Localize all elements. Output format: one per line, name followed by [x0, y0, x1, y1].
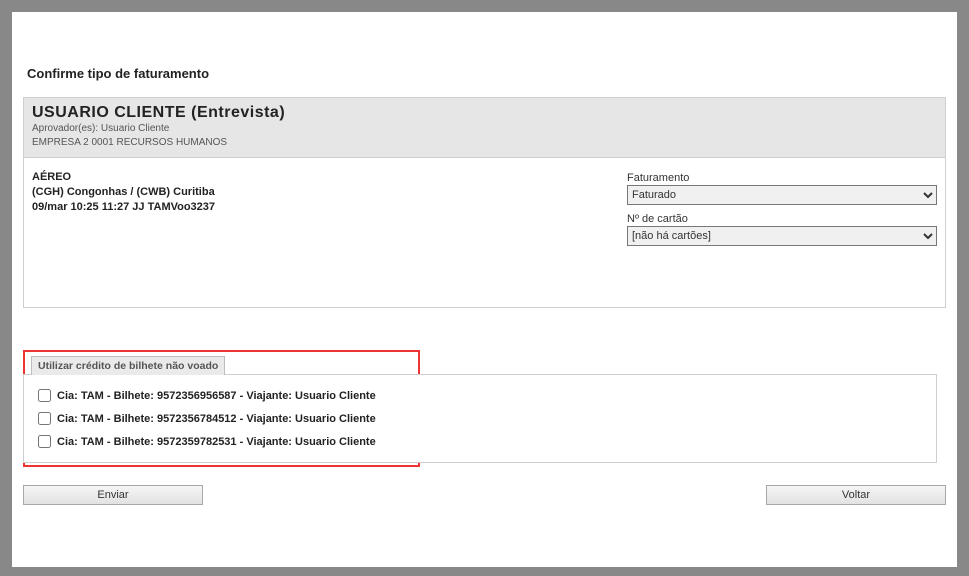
credit-text: Cia: TAM - Bilhete: 9572356956587 - Viaj…	[57, 390, 376, 402]
credit-tab[interactable]: Utilizar crédito de bilhete não voado	[31, 356, 225, 375]
header-main: USUARIO CLIENTE (Entrevista)	[32, 104, 937, 122]
credit-row[interactable]: Cia: TAM - Bilhete: 9572356784512 - Viaj…	[38, 412, 407, 425]
credit-text: Cia: TAM - Bilhete: 9572359782531 - Viaj…	[57, 436, 376, 448]
card-select[interactable]: [não há cartões]	[627, 226, 937, 246]
billing-panel: Faturamento Faturado Nº de cartão [não h…	[627, 170, 937, 297]
credit-checkbox[interactable]	[38, 389, 51, 402]
header-box: USUARIO CLIENTE (Entrevista) Aprovador(e…	[23, 97, 946, 158]
page: Confirme tipo de faturamento USUARIO CLI…	[12, 12, 957, 567]
credit-checkbox[interactable]	[38, 435, 51, 448]
header-approver: Aprovador(es): Usuario Cliente	[32, 122, 937, 136]
page-title: Confirme tipo de faturamento	[27, 66, 946, 81]
credit-row[interactable]: Cia: TAM - Bilhete: 9572356956587 - Viaj…	[38, 389, 407, 402]
credit-body-wrapper: Cia: TAM - Bilhete: 9572356956587 - Viaj…	[23, 374, 937, 463]
billing-label: Faturamento	[627, 172, 937, 184]
button-row: Enviar Voltar	[23, 485, 946, 505]
flight-route: (CGH) Congonhas / (CWB) Curitiba	[32, 185, 627, 200]
billing-select[interactable]: Faturado	[627, 185, 937, 205]
flight-detail: 09/mar 10:25 11:27 JJ TAMVoo3237	[32, 200, 627, 215]
credit-row[interactable]: Cia: TAM - Bilhete: 9572359782531 - Viaj…	[38, 435, 407, 448]
flight-product: AÉREO	[32, 170, 627, 185]
flight-info: AÉREO (CGH) Congonhas / (CWB) Curitiba 0…	[32, 170, 627, 297]
credit-text: Cia: TAM - Bilhete: 9572356784512 - Viaj…	[57, 413, 376, 425]
back-button[interactable]: Voltar	[766, 485, 946, 505]
flight-area: AÉREO (CGH) Congonhas / (CWB) Curitiba 0…	[23, 158, 946, 308]
content: Confirme tipo de faturamento USUARIO CLI…	[12, 66, 957, 505]
credit-checkbox[interactable]	[38, 412, 51, 425]
card-label: Nº de cartão	[627, 213, 937, 225]
send-button[interactable]: Enviar	[23, 485, 203, 505]
header-company: EMPRESA 2 0001 RECURSOS HUMANOS	[32, 136, 937, 150]
credit-section-highlight: Utilizar crédito de bilhete não voado Ci…	[23, 350, 420, 467]
credit-body: Cia: TAM - Bilhete: 9572356956587 - Viaj…	[24, 375, 421, 462]
